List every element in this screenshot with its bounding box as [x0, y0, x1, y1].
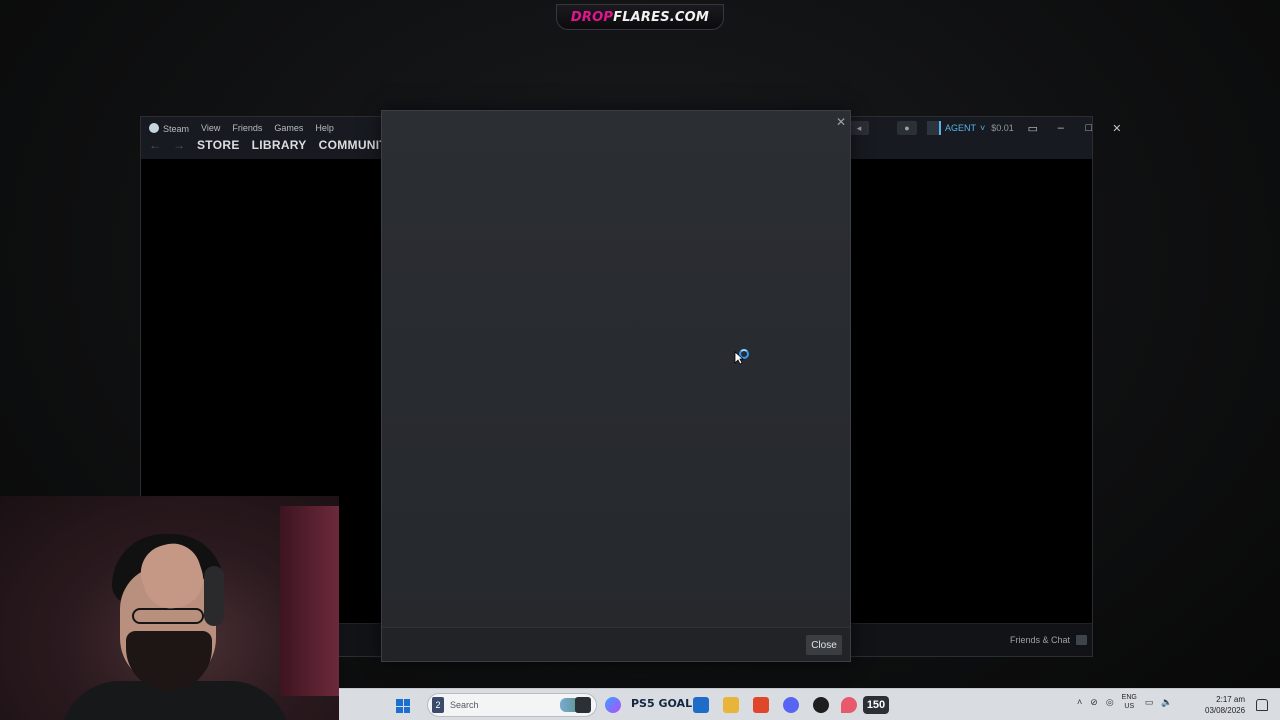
dropflares-banner: DROP FLARES.COM: [556, 4, 724, 30]
discord-icon[interactable]: [783, 697, 799, 713]
person-glasses: [132, 608, 204, 624]
tab-library[interactable]: LIBRARY: [252, 138, 307, 152]
language-indicator[interactable]: ENG US: [1122, 693, 1137, 711]
friends-chat-icon: [1076, 635, 1088, 645]
file-explorer-icon[interactable]: [723, 697, 739, 713]
search-placeholder: Search: [450, 700, 479, 710]
windows-taskbar: 2 Search PS5 GOAL 150 ˄ ⊘ ◎ ENG US ▭ 🔈 2…: [339, 688, 1280, 720]
webcam-feed: [0, 496, 339, 720]
chevron-up-icon[interactable]: ˄: [1077, 697, 1082, 707]
minimize-icon[interactable]: –: [1052, 122, 1070, 134]
chevron-down-icon: ˅: [980, 123, 986, 133]
maps-pin-icon[interactable]: [841, 697, 857, 713]
task-view-icon[interactable]: [575, 697, 591, 713]
avatar: [927, 121, 941, 135]
mouse-cursor-icon: [734, 351, 744, 365]
friends-chat-label: Friends & Chat: [1010, 635, 1071, 645]
taskbar-search[interactable]: 2 Search: [427, 693, 597, 717]
broadcast-icon[interactable]: ◂: [849, 121, 869, 135]
badge-count-app[interactable]: 150: [863, 696, 889, 714]
loading-dialog: ✕ Close: [381, 110, 851, 662]
language-code: ENG: [1121, 694, 1137, 701]
maximize-icon[interactable]: □: [1080, 122, 1098, 134]
background-light: [280, 506, 339, 696]
system-tray: ˄ ⊘ ◎ ENG US ▭ 🔈: [1077, 693, 1173, 711]
search-badge: 2: [432, 697, 444, 713]
clock-time: 2:17 am: [1216, 695, 1246, 704]
tab-store[interactable]: STORE: [197, 138, 240, 152]
copilot-icon[interactable]: [605, 697, 621, 713]
steam-logo-icon: [149, 123, 159, 133]
windows-start-icon[interactable]: [396, 699, 410, 713]
volume-icon[interactable]: 🔈: [1161, 697, 1172, 708]
taskbar-clock[interactable]: 2:17 am 03/08/2026: [1205, 694, 1245, 716]
steam-menu-games[interactable]: Games: [274, 123, 303, 133]
steam-menu-bar: Steam View Friends Games Help: [149, 122, 334, 134]
steam-menu-help[interactable]: Help: [315, 123, 334, 133]
notification-bell-icon[interactable]: [1256, 699, 1268, 711]
close-icon[interactable]: ✕: [834, 115, 848, 129]
clock-date: 03/08/2026: [1205, 706, 1246, 715]
pinned-ps5-goal[interactable]: PS5 GOAL: [631, 697, 692, 710]
steam-menu-friends[interactable]: Friends: [232, 123, 262, 133]
account-menu[interactable]: AGENT ˅ $0.01: [927, 121, 1014, 135]
network-off-icon[interactable]: ⊘: [1090, 697, 1098, 708]
language-region: US: [1124, 703, 1135, 710]
steam-menu-label: Steam: [163, 124, 190, 134]
forward-arrow-icon[interactable]: →: [173, 138, 185, 152]
steam-toolbar-right: ◂ ● AGENT ˅ $0.01 ▭ – □ ✕: [849, 121, 1126, 135]
steam-menu-view[interactable]: View: [201, 123, 220, 133]
banner-text-flares: FLARES.COM: [613, 9, 710, 25]
account-name: AGENT: [945, 123, 977, 133]
close-button[interactable]: Close: [806, 635, 842, 655]
banner-text-drop: DROP: [570, 9, 614, 25]
microphone-icon[interactable]: ◎: [1106, 697, 1114, 708]
big-picture-icon[interactable]: ▭: [1024, 122, 1042, 135]
close-window-icon[interactable]: ✕: [1108, 122, 1126, 135]
brave-browser-icon[interactable]: [753, 697, 769, 713]
steam-menu-steam[interactable]: Steam: [149, 122, 189, 134]
friends-chat-button[interactable]: Friends & Chat: [1010, 635, 1088, 645]
steam-nav: ← → STORE LIBRARY COMMUNITY: [149, 138, 395, 152]
dialog-footer: [382, 627, 850, 661]
wallet-balance: $0.01: [991, 123, 1014, 133]
display-icon[interactable]: ▭: [1145, 697, 1154, 708]
back-arrow-icon[interactable]: ←: [149, 138, 161, 152]
person-headset: [204, 566, 224, 626]
notifications-bell-icon[interactable]: ●: [897, 121, 917, 135]
steam-taskbar-icon[interactable]: [813, 697, 829, 713]
outlook-icon[interactable]: [693, 697, 709, 713]
